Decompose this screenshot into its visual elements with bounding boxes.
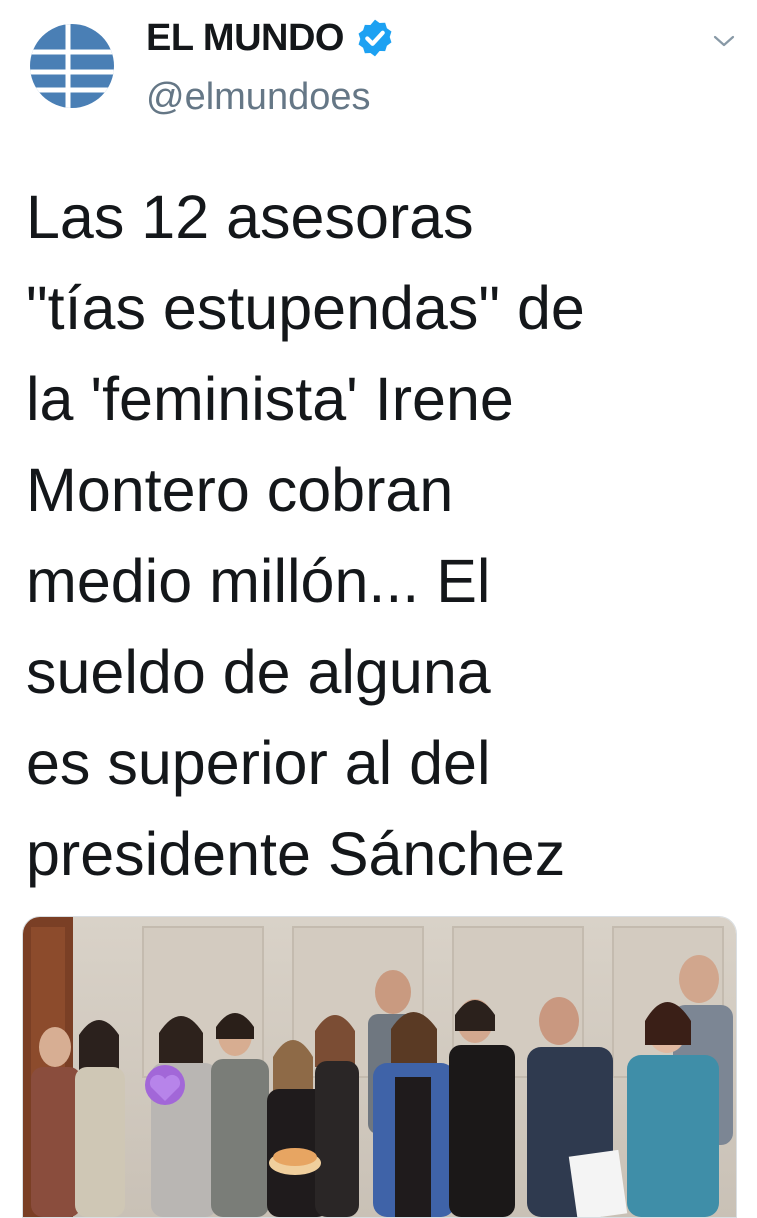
el-mundo-globe-logo-icon xyxy=(30,24,114,108)
group-photo-image xyxy=(23,917,736,1217)
tweet-card[interactable]: EL MUNDO @elmundoes Las 12 asesoras "tía… xyxy=(0,0,757,1218)
verified-badge-icon xyxy=(358,19,392,57)
author-handle[interactable]: @elmundoes xyxy=(146,76,370,119)
author-avatar[interactable] xyxy=(28,22,116,110)
tweet-text: Las 12 asesoras "tías estupendas" de la … xyxy=(26,183,585,888)
tweet-photo[interactable] xyxy=(22,916,737,1218)
chevron-down-icon xyxy=(713,35,735,47)
author-name-row[interactable]: EL MUNDO xyxy=(146,10,396,66)
tweet-menu-button[interactable] xyxy=(706,26,742,56)
author-display-name[interactable]: EL MUNDO xyxy=(146,17,344,60)
